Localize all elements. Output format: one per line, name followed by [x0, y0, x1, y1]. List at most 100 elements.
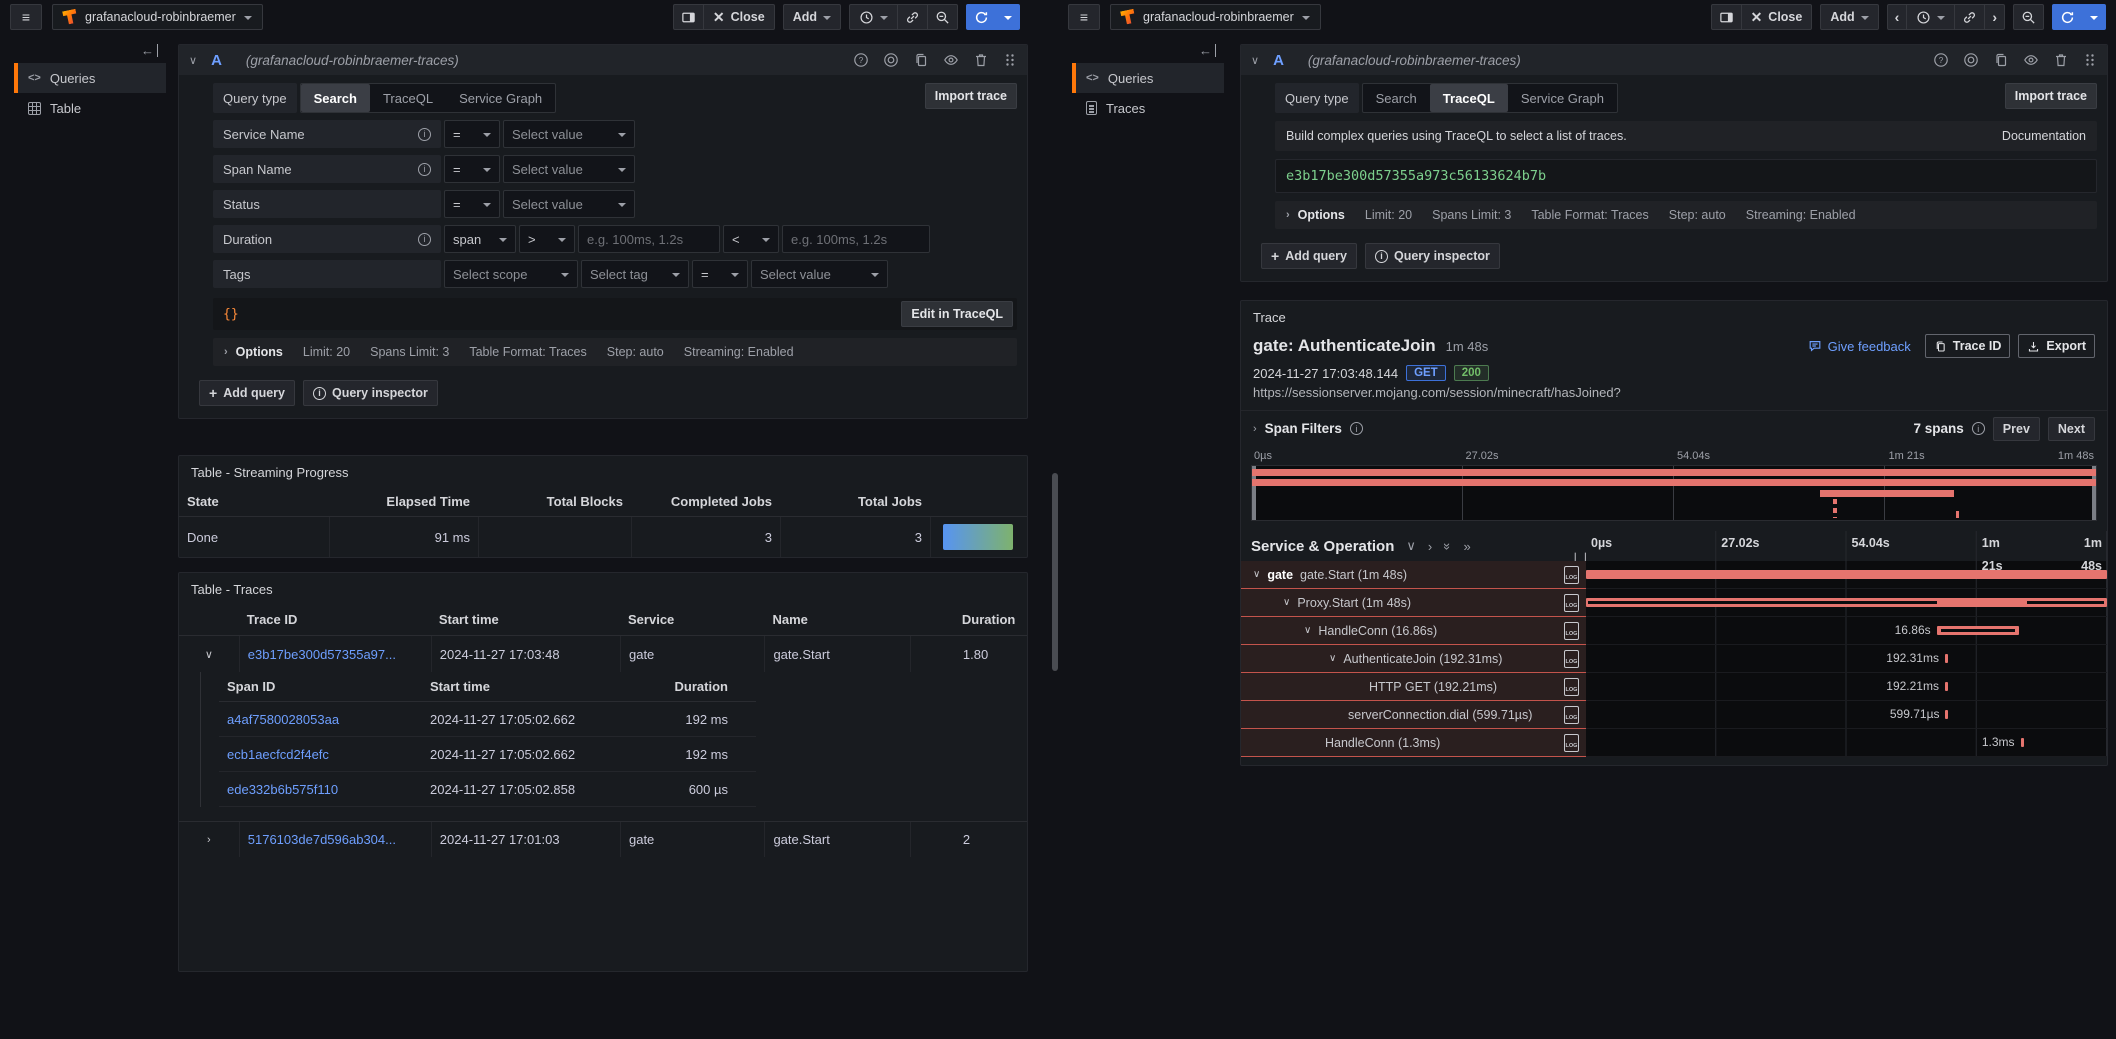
span-name-cell[interactable]: ∨ gate gate.Start (1m 48s) LOG	[1241, 561, 1586, 589]
tab-service-graph[interactable]: Service Graph	[1508, 84, 1617, 112]
give-feedback-link[interactable]: Give feedback	[1808, 339, 1911, 354]
span-bar[interactable]	[1945, 682, 1948, 691]
chevron-down-icon[interactable]: ∨	[1253, 569, 1260, 580]
help-icon[interactable]: ?	[853, 52, 869, 68]
split-view-button[interactable]	[673, 4, 704, 30]
column-header[interactable]: State	[179, 494, 329, 509]
import-trace-button[interactable]: Import trace	[2005, 83, 2097, 109]
hide-response-icon[interactable]	[943, 52, 959, 68]
add-button[interactable]: Add	[1820, 4, 1878, 30]
chevron-down-icon[interactable]: ∨	[205, 648, 213, 661]
info-icon[interactable]: i	[1972, 422, 1985, 435]
span-track[interactable]: 1.3ms	[1586, 729, 2107, 757]
column-header[interactable]: Start time	[422, 679, 620, 694]
span-name-cell[interactable]: ∨ HandleConn (16.86s) LOG	[1241, 617, 1586, 645]
service-name-value-select[interactable]: Select value	[503, 120, 635, 148]
import-trace-button[interactable]: Import trace	[925, 83, 1017, 109]
prev-span-button[interactable]: Prev	[1993, 417, 2040, 441]
run-query-dropdown[interactable]	[2082, 4, 2106, 30]
duration-max-input[interactable]	[782, 225, 930, 253]
expand-one-icon[interactable]: ›	[1428, 539, 1432, 554]
collapse-query-icon[interactable]: ∨	[1251, 54, 1259, 67]
span-track[interactable]: 192.21ms	[1586, 673, 2107, 701]
span-logs-icon[interactable]: LOG	[1564, 734, 1579, 752]
hide-response-icon[interactable]	[2023, 52, 2039, 68]
column-header[interactable]: Name	[764, 612, 909, 627]
chevron-right-icon[interactable]: ›	[207, 834, 211, 846]
span-logs-icon[interactable]: LOG	[1564, 706, 1579, 724]
tab-search[interactable]: Search	[301, 84, 370, 112]
remove-query-icon[interactable]	[973, 52, 989, 68]
query-inspector-button[interactable]: iQuery inspector	[1365, 243, 1500, 269]
column-header[interactable]: Start time	[431, 612, 620, 627]
span-name-cell[interactable]: HandleConn (1.3ms) LOG	[1241, 729, 1586, 757]
duration-lt-select[interactable]: <	[723, 225, 779, 253]
span-name-value-select[interactable]: Select value	[503, 155, 635, 183]
span-bar[interactable]	[1586, 570, 2107, 579]
drag-handle-icon[interactable]	[2083, 52, 2097, 68]
close-split-button[interactable]: ✕Close	[1741, 4, 1813, 30]
options-toggle[interactable]: ›Options	[224, 345, 283, 359]
chevron-down-icon[interactable]: ∨	[1329, 653, 1336, 664]
span-track[interactable]	[1586, 561, 2107, 589]
duration-min-input[interactable]	[578, 225, 720, 253]
copy-link-button[interactable]	[1954, 4, 1985, 30]
tab-search[interactable]: Search	[1363, 84, 1430, 112]
span-bar[interactable]	[2021, 738, 2024, 747]
chevron-right-icon[interactable]: ›	[1253, 423, 1257, 435]
collapse-sidebar-button[interactable]: ←	[1072, 38, 1224, 63]
duration-type-select[interactable]: span	[444, 225, 516, 253]
span-id-link[interactable]: ede332b6b575f110	[227, 782, 338, 797]
datasource-picker[interactable]: grafanacloud-robinbraemer	[1110, 4, 1321, 30]
tag-scope-select[interactable]: Select scope	[444, 260, 578, 288]
add-query-button[interactable]: +Add query	[199, 380, 295, 406]
span-track[interactable]: 16.86s	[1586, 617, 2107, 645]
remove-query-icon[interactable]	[2053, 52, 2069, 68]
span-track[interactable]	[1586, 589, 2107, 617]
info-icon[interactable]: i	[418, 233, 431, 246]
column-header[interactable]: Duration	[910, 612, 1027, 627]
query-inspector-button[interactable]: iQuery inspector	[303, 380, 438, 406]
span-track[interactable]: 599.71µs	[1586, 701, 2107, 729]
collapse-one-icon[interactable]: ∨	[1406, 538, 1416, 554]
expand-all-icon[interactable]: »	[1463, 539, 1470, 554]
run-query-button[interactable]	[966, 4, 997, 30]
add-button[interactable]: Add	[783, 4, 841, 30]
span-id-link[interactable]: ecb1aecfcd2f4efc	[227, 747, 329, 762]
chevron-down-icon[interactable]: ∨	[1304, 625, 1311, 636]
span-name-cell[interactable]: HTTP GET (192.21ms) LOG	[1241, 673, 1586, 701]
chevron-down-icon[interactable]: ∨	[1283, 597, 1290, 608]
span-name-cell[interactable]: ∨ Proxy.Start (1m 48s) LOG	[1241, 589, 1586, 617]
span-logs-icon[interactable]: LOG	[1564, 622, 1579, 640]
traceql-editor[interactable]: e3b17be300d57355a973c56133624b7b	[1275, 159, 2097, 193]
span-name-cell[interactable]: ∨ AuthenticateJoin (192.31ms) LOG	[1241, 645, 1586, 673]
trace-id-link[interactable]: e3b17be300d57355a97...	[248, 647, 396, 662]
service-operation-header[interactable]: Service & Operation	[1251, 538, 1394, 555]
time-picker-button[interactable]	[849, 4, 898, 30]
datasource-picker[interactable]: grafanacloud-robinbraemer	[52, 4, 263, 30]
export-button[interactable]: Export	[2018, 334, 2095, 358]
tab-traceql[interactable]: TraceQL	[370, 84, 446, 112]
copy-query-icon[interactable]	[1993, 52, 2009, 68]
sidebar-item-traces[interactable]: Traces	[1072, 93, 1224, 123]
collapse-all-icon[interactable]: »	[1440, 542, 1455, 549]
span-filters-label[interactable]: Span Filters	[1265, 421, 1342, 436]
column-header[interactable]: Elapsed Time	[329, 494, 478, 509]
drag-handle-icon[interactable]	[1003, 52, 1017, 68]
span-bar[interactable]	[1945, 710, 1948, 719]
trace-id-link[interactable]: 5176103de7d596ab304...	[248, 832, 396, 847]
span-logs-icon[interactable]: LOG	[1564, 594, 1579, 612]
column-header[interactable]: Span ID	[219, 679, 422, 694]
sidebar-item-table[interactable]: Table	[14, 93, 166, 123]
record-icon[interactable]	[1963, 52, 1979, 68]
zoom-out-button[interactable]	[927, 4, 958, 30]
tab-traceql[interactable]: TraceQL	[1430, 84, 1508, 112]
trace-row[interactable]: ∨ e3b17be300d57355a97... 2024-11-27 17:0…	[179, 636, 1027, 672]
duration-gt-select[interactable]: >	[519, 225, 575, 253]
span-logs-icon[interactable]: LOG	[1564, 566, 1579, 584]
span-bar[interactable]	[1945, 654, 1948, 663]
edit-in-traceql-button[interactable]: Edit in TraceQL	[901, 301, 1013, 327]
status-operator-select[interactable]: =	[444, 190, 500, 218]
tag-name-select[interactable]: Select tag	[581, 260, 689, 288]
copy-link-button[interactable]	[897, 4, 928, 30]
